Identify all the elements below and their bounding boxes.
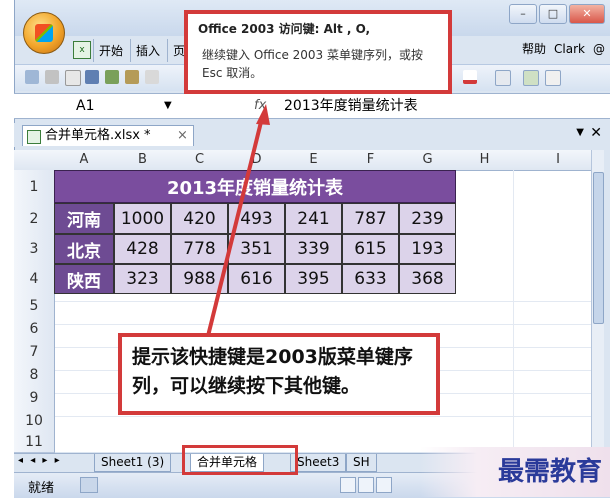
- callout-text: 提示该快捷键是2003版菜单键序列，可以继续按下其他键。: [132, 346, 413, 397]
- watermark-text: 最需教育: [497, 457, 602, 487]
- watermark: 最需教育: [420, 447, 610, 497]
- callout-arrow: [206, 104, 270, 337]
- explanation-callout: 提示该快捷键是2003版菜单键序列，可以继续按下其他键。: [118, 333, 440, 415]
- sheet-tab-highlight: [182, 445, 298, 475]
